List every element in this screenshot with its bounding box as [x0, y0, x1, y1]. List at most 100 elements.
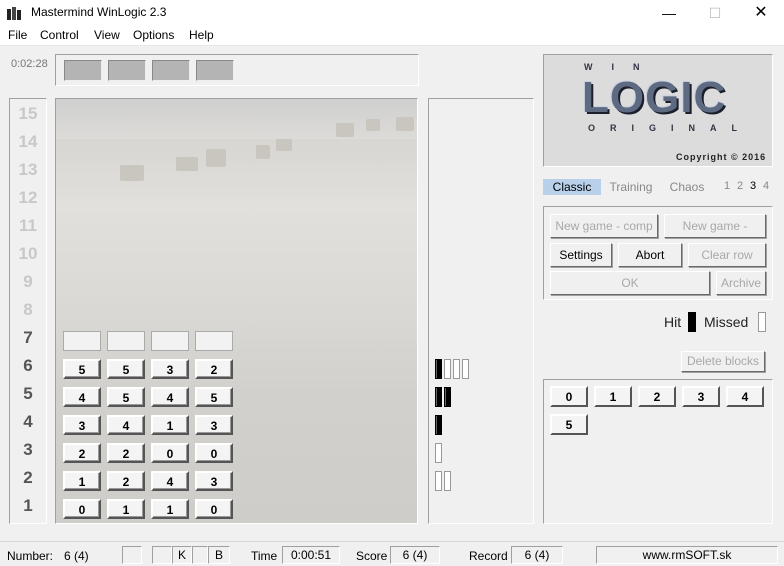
abort-button[interactable]: Abort — [618, 243, 682, 267]
row-number: 10 — [18, 244, 38, 263]
current-guess-slot[interactable] — [107, 331, 145, 351]
number-label: Number: — [7, 549, 54, 563]
guess-peg: 0 — [151, 443, 189, 463]
feedback-row — [435, 415, 444, 435]
website-link[interactable]: www.rmSOFT.sk — [596, 546, 778, 564]
guess-peg: 1 — [107, 499, 145, 519]
tab-classic[interactable]: Classic — [543, 179, 601, 195]
menu-help[interactable]: Help — [189, 28, 214, 42]
guess-peg: 4 — [107, 415, 145, 435]
guess-peg: 5 — [107, 387, 145, 407]
guess-peg: 1 — [151, 415, 189, 435]
ok-button[interactable]: OK — [550, 271, 710, 295]
missed-label: Missed — [704, 314, 749, 330]
hit-marker — [435, 415, 442, 435]
tab-chaos[interactable]: Chaos — [661, 179, 713, 195]
row-number: 11 — [19, 216, 37, 235]
current-guess-slot[interactable] — [63, 331, 101, 351]
score-label: Score — [356, 549, 388, 563]
status-indicator — [152, 546, 172, 564]
record-label: Record — [469, 549, 508, 563]
missed-marker — [462, 359, 469, 379]
row-number: 15 — [18, 104, 38, 123]
logo-win-text: WIN — [584, 62, 659, 72]
hit-marker — [435, 387, 442, 407]
new-game-comp-button[interactable]: New game - comp — [550, 214, 658, 238]
level-4-button[interactable]: 4 — [760, 179, 772, 195]
feedback-row — [435, 387, 453, 407]
menu-file[interactable]: File — [8, 28, 27, 42]
window-title: Mastermind WinLogic 2.3 — [31, 5, 167, 19]
guess-peg: 3 — [63, 415, 101, 435]
record-value: 6 (4) — [511, 546, 563, 564]
background-stump — [120, 165, 144, 181]
time-value: 0:00:51 — [282, 546, 340, 564]
digit-5-button[interactable]: 5 — [550, 414, 588, 435]
guess-peg: 3 — [195, 471, 233, 491]
level-1-button[interactable]: 1 — [721, 179, 733, 195]
menu-view[interactable]: View — [94, 28, 120, 42]
status-indicator — [122, 546, 142, 564]
menu-options[interactable]: Options — [133, 28, 174, 42]
settings-button[interactable]: Settings — [550, 243, 612, 267]
row-number: 4 — [23, 412, 33, 431]
row-number: 1 — [23, 496, 33, 515]
hit-marker — [435, 359, 442, 379]
level-2-button[interactable]: 2 — [734, 179, 746, 195]
feedback-row — [435, 443, 444, 463]
guess-peg: 2 — [195, 359, 233, 379]
missed-marker — [444, 359, 451, 379]
missed-marker — [453, 359, 460, 379]
guess-peg: 5 — [195, 387, 233, 407]
tab-training[interactable]: Training — [603, 179, 659, 195]
guess-peg: 1 — [63, 471, 101, 491]
missed-marker — [444, 471, 451, 491]
background-stump — [206, 149, 226, 167]
digit-2-button[interactable]: 2 — [638, 386, 676, 407]
background-stump — [276, 139, 292, 151]
guess-peg: 0 — [195, 499, 233, 519]
missed-marker — [435, 443, 442, 463]
guess-peg: 3 — [151, 359, 189, 379]
archive-button[interactable]: Archive — [716, 271, 766, 295]
level-3-button[interactable]: 3 — [747, 179, 759, 195]
clear-row-button[interactable]: Clear row — [688, 243, 766, 267]
secret-slot — [108, 60, 146, 81]
close-button[interactable]: ✕ — [738, 0, 784, 26]
digit-picker-panel: 01234 5 — [543, 379, 773, 524]
maximize-button[interactable]: ☐ — [692, 0, 738, 26]
row-number: 8 — [23, 300, 33, 319]
guess-peg: 5 — [63, 359, 101, 379]
current-guess-slot[interactable] — [195, 331, 233, 351]
winlogic-logo: WIN LOGIC ORIGINAL Copyright © 2016 — [543, 54, 773, 167]
status-bar: Number: 6 (4) K B Time 0:00:51 Score 6 (… — [0, 541, 784, 566]
guess-peg: 2 — [107, 443, 145, 463]
secret-code-panel — [55, 54, 419, 86]
background-stump — [396, 117, 414, 131]
guess-peg: 2 — [107, 471, 145, 491]
row-number-panel: 15 14 13 12 11 10 9 8 7 6 5 4 3 2 1 — [9, 98, 47, 524]
background-stump — [256, 145, 270, 159]
secret-slot — [152, 60, 190, 81]
logo-original-text: ORIGINAL — [588, 123, 752, 133]
digit-1-button[interactable]: 1 — [594, 386, 632, 407]
guess-peg: 3 — [195, 415, 233, 435]
new-game-player-button[interactable]: New game - player — [664, 214, 766, 255]
digit-0-button[interactable]: 0 — [550, 386, 588, 407]
feedback-panel — [428, 98, 534, 524]
status-indicator — [192, 546, 208, 564]
digit-3-button[interactable]: 3 — [682, 386, 720, 407]
secret-slot — [196, 60, 234, 81]
digit-4-button[interactable]: 4 — [726, 386, 764, 407]
minimize-button[interactable]: — — [646, 0, 692, 26]
score-value: 6 (4) — [390, 546, 440, 564]
copyright-text: Copyright © 2016 — [676, 152, 767, 162]
menu-bar: File Control View Options Help — [0, 26, 784, 46]
row-number: 7 — [23, 328, 33, 347]
feedback-row — [435, 471, 453, 491]
guess-peg: 4 — [151, 471, 189, 491]
guess-peg: 0 — [195, 443, 233, 463]
current-guess-slot[interactable] — [151, 331, 189, 351]
menu-control[interactable]: Control — [40, 28, 79, 42]
delete-blocks-button[interactable]: Delete blocks — [681, 351, 765, 372]
